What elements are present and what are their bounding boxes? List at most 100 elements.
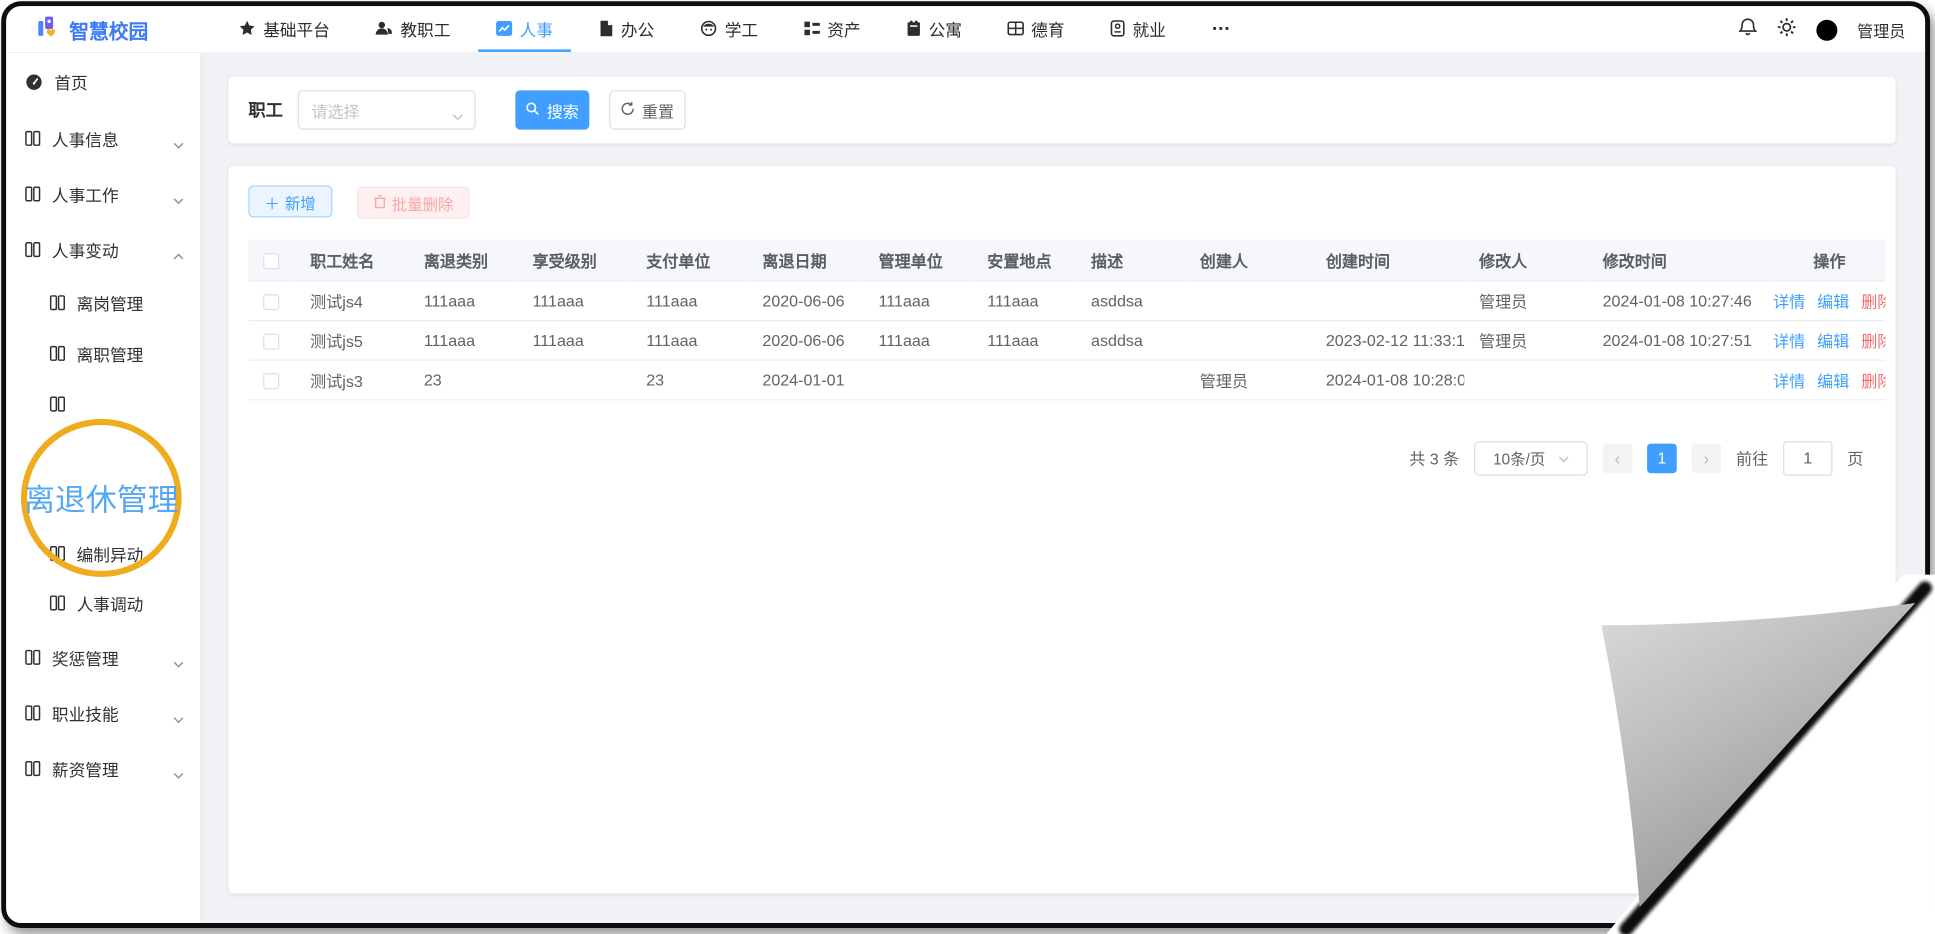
star-icon: [238, 19, 255, 36]
apartment-icon: [905, 19, 921, 36]
prev-page-button[interactable]: ‹: [1603, 443, 1633, 473]
cell: 2024-01-08 10:27:51: [1588, 320, 1773, 360]
delete-link[interactable]: 删除: [1861, 371, 1885, 390]
column-header: 创建人: [1185, 240, 1311, 281]
select-all-checkbox[interactable]: [263, 253, 279, 269]
batch-delete-button[interactable]: 批量删除: [357, 187, 469, 219]
page-size-value: 10条/页: [1493, 446, 1545, 469]
nav-moral-education[interactable]: 德育: [989, 6, 1082, 52]
cell: 23: [409, 360, 518, 400]
cell: [1464, 360, 1588, 400]
sidebar-subitem-retirement[interactable]: 离退休管理: [6, 386, 201, 423]
edit-link[interactable]: 编辑: [1817, 292, 1849, 311]
column-header: 安置地点: [972, 240, 1076, 281]
cell: 管理员: [1464, 280, 1588, 320]
cell: 111aaa: [972, 320, 1076, 360]
cell: asddsa: [1076, 280, 1185, 320]
table-row: 测试js4 111aaa 111aaa 111aaa 2020-06-06 11…: [248, 280, 1885, 320]
sidebar-subitem-personnel-transfer[interactable]: 人事调动: [6, 584, 201, 621]
cell: 23: [631, 360, 747, 400]
book-icon: [25, 649, 41, 666]
reset-button[interactable]: 重置: [609, 90, 686, 130]
nav-apartment[interactable]: 公寓: [888, 6, 979, 52]
next-page-button[interactable]: ›: [1692, 443, 1722, 473]
detail-link[interactable]: 详情: [1773, 332, 1805, 351]
cell: 111aaa: [518, 320, 632, 360]
user-avatar[interactable]: [1816, 19, 1837, 40]
table-toolbar: ＋ 新增 批量删除: [248, 185, 1875, 218]
column-header: 离退类别: [409, 240, 518, 281]
nav-staff[interactable]: 教职工: [357, 6, 468, 52]
row-checkbox[interactable]: [263, 294, 279, 310]
sidebar-label: 首页: [54, 69, 87, 94]
chevron-down-icon: [173, 709, 184, 728]
sidebar-label: 人事变动: [52, 237, 119, 262]
sidebar-item-home[interactable]: 首页: [6, 63, 201, 100]
book-icon: [49, 395, 65, 412]
search-button-label: 搜索: [547, 98, 579, 121]
brand[interactable]: 智慧校园: [6, 6, 191, 52]
table-row: 测试js3 23 23 2024-01-01 管理员 2024-01-08 10…: [248, 360, 1885, 400]
cell: [1076, 360, 1185, 400]
sidebar-item-rewards[interactable]: 奖惩管理: [6, 639, 201, 676]
page-size-select[interactable]: 10条/页: [1474, 441, 1588, 476]
goto-page-input[interactable]: [1783, 441, 1832, 476]
goto-label: 前往: [1736, 446, 1768, 469]
cell: 测试js4: [295, 280, 409, 320]
sidebar-item-hr-info[interactable]: 人事信息: [6, 120, 201, 157]
row-checkbox[interactable]: [263, 333, 279, 349]
column-header: 修改时间: [1588, 240, 1773, 281]
sidebar-label: 职业技能: [52, 701, 119, 726]
sidebar-label: 人事调动: [77, 591, 144, 616]
nav-base-platform[interactable]: 基础平台: [221, 6, 347, 52]
nav-more[interactable]: [1193, 6, 1247, 52]
detail-link[interactable]: 详情: [1773, 371, 1805, 390]
brand-name: 智慧校园: [69, 14, 148, 44]
nav-label: 基础平台: [263, 15, 330, 40]
notification-bell-icon[interactable]: [1739, 17, 1758, 43]
hr-chart-icon: [495, 19, 512, 36]
edit-link[interactable]: 编辑: [1817, 371, 1849, 390]
dashboard-icon: [25, 72, 44, 91]
column-header: 描述: [1076, 240, 1185, 281]
search-button[interactable]: 搜索: [515, 90, 589, 130]
nav-assets[interactable]: 资产: [785, 6, 878, 52]
detail-link[interactable]: 详情: [1773, 292, 1805, 311]
sidebar-item-vocational-skills[interactable]: 职业技能: [6, 694, 201, 731]
nav-employment[interactable]: 就业: [1092, 6, 1183, 52]
total-count: 共 3 条: [1409, 446, 1459, 469]
select-all-cell: [248, 240, 295, 281]
sidebar-item-salary[interactable]: 薪资管理: [6, 750, 201, 787]
sidebar-item-hr-change[interactable]: 人事变动: [6, 231, 201, 268]
nav-hr[interactable]: 人事: [478, 6, 571, 52]
staff-select[interactable]: 请选择: [298, 90, 476, 130]
document-icon: [597, 19, 613, 36]
nav-label: 教职工: [400, 15, 450, 40]
sidebar-label: 人事信息: [52, 126, 119, 151]
row-checkbox[interactable]: [263, 373, 279, 389]
cell: 2024-01-08 10:28:00: [1311, 360, 1464, 400]
page-number-button[interactable]: 1: [1647, 443, 1677, 473]
book-icon: [49, 594, 65, 611]
cell: [972, 360, 1076, 400]
cell: 2024-01-01: [748, 360, 864, 400]
cell: 测试js5: [295, 320, 409, 360]
chevron-down-icon: [173, 190, 184, 209]
plus-icon: ＋: [264, 190, 279, 213]
delete-link[interactable]: 删除: [1861, 332, 1885, 351]
sidebar-subitem-resignation[interactable]: 离职管理: [6, 335, 201, 372]
nav-label: 公寓: [929, 15, 962, 40]
edit-link[interactable]: 编辑: [1817, 332, 1849, 351]
user-name[interactable]: 管理员: [1857, 18, 1905, 41]
sidebar-item-hr-work[interactable]: 人事工作: [6, 175, 201, 212]
cell: [1185, 280, 1311, 320]
delete-link[interactable]: 删除: [1861, 292, 1885, 311]
add-button[interactable]: ＋ 新增: [248, 185, 331, 217]
chevron-down-icon: [452, 106, 463, 125]
nav-student-affairs[interactable]: 学工: [681, 6, 775, 52]
sidebar-subitem-leave-post[interactable]: 离岗管理: [6, 284, 201, 321]
book-icon: [49, 345, 65, 362]
nav-office[interactable]: 办公: [580, 6, 671, 52]
settings-gear-icon[interactable]: [1777, 17, 1797, 43]
table-panel: ＋ 新增 批量删除: [229, 166, 1896, 894]
